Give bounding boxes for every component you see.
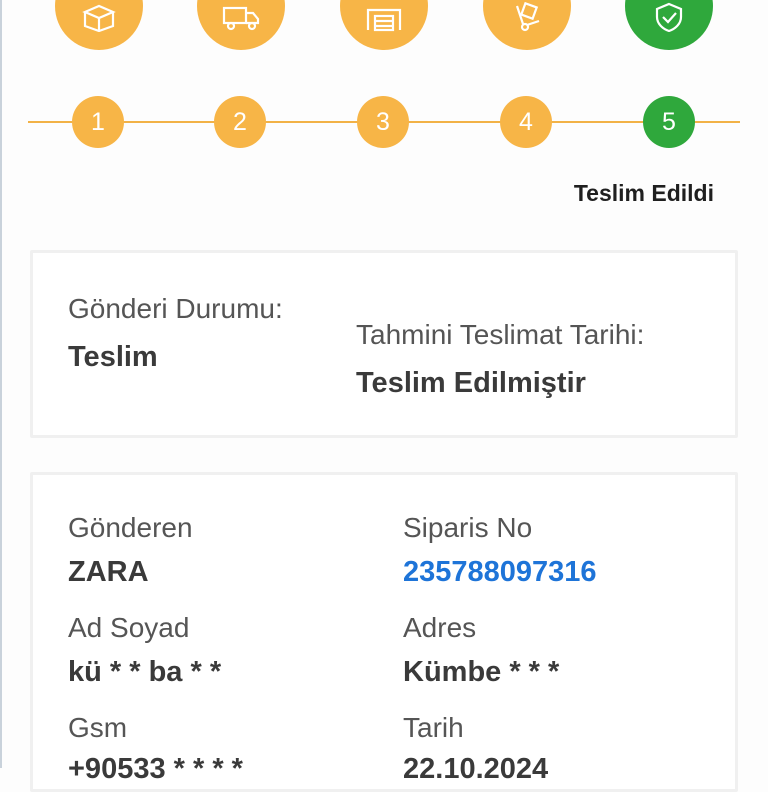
step-icon-truck (197, 0, 285, 50)
shipment-status-label: Gönderi Durumu: (68, 293, 283, 324)
shipment-status-value: Teslim (68, 341, 158, 373)
step-icon-shield (625, 0, 713, 50)
package-box-icon (82, 4, 116, 32)
step-1: 1 (72, 96, 124, 148)
date-value: 22.10.2024 (403, 753, 549, 785)
step-icon-package (55, 0, 143, 50)
date-label: Tarih (403, 712, 464, 743)
shield-check-icon (655, 2, 683, 32)
current-step-label: Teslim Edildi (573, 180, 714, 206)
step-3: 3 (357, 96, 409, 148)
estimated-delivery-label: Tahmini Teslimat Tarihi: (356, 319, 645, 350)
gsm-value: +90533 * * * * (68, 753, 243, 785)
warehouse-icon (366, 8, 402, 32)
address-value: Kümbe * * * (403, 656, 560, 688)
step-2: 2 (214, 96, 266, 148)
step-icon-hand-truck (483, 0, 571, 50)
step-4: 4 (500, 96, 552, 148)
sender-label: Gönderen (68, 512, 193, 543)
step-5: 5 (643, 96, 695, 148)
hand-truck-icon (515, 2, 540, 32)
shipment-status-card: Gönderi Durumu: Teslim Tahmini Teslimat … (30, 250, 738, 438)
order-no-link[interactable]: 235788097316 (403, 556, 597, 589)
address-label: Adres (403, 612, 477, 643)
shipment-details-card: Gönderen ZARA Siparis No 235788097316 Ad… (30, 472, 738, 792)
estimated-delivery-value: Teslim Edilmiştir (356, 367, 586, 399)
name-value: kü * * ba * * (68, 656, 222, 688)
gsm-label: Gsm (68, 712, 128, 743)
delivery-truck-icon (222, 6, 260, 31)
sender-value: ZARA (68, 556, 149, 588)
step-icon-warehouse (340, 0, 428, 50)
window-edge (0, 0, 2, 768)
name-label: Ad Soyad (68, 612, 190, 643)
order-no-label: Siparis No (403, 512, 533, 543)
